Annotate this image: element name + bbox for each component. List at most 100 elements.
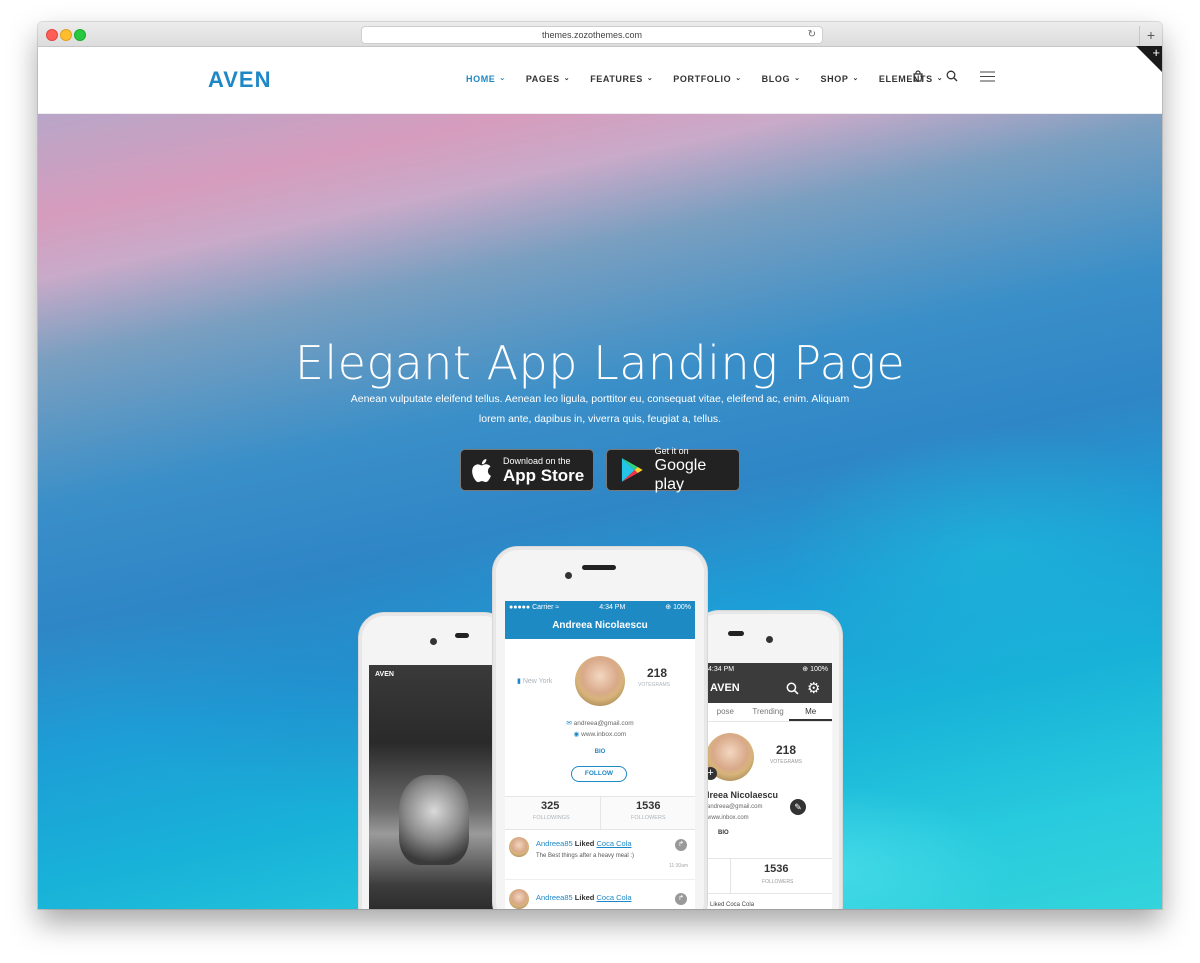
phone-speaker bbox=[455, 633, 469, 638]
apple-icon bbox=[472, 459, 491, 483]
google-play-button[interactable]: Get it on Google play bbox=[606, 446, 740, 493]
address-bar[interactable]: themes.zozothemes.com ↻ bbox=[361, 26, 823, 44]
feed-avatar bbox=[509, 837, 529, 857]
profile-web: www.inbox.com bbox=[581, 731, 627, 738]
profile-web: www.inbox.com bbox=[707, 815, 749, 821]
feed-brand[interactable]: Coca Cola bbox=[596, 893, 631, 902]
feed-brand[interactable]: Coca Cola bbox=[596, 839, 631, 848]
app-store-small-text: Download on the bbox=[503, 455, 571, 466]
status-carrier: ●●●●● Carrier ≈ bbox=[509, 603, 560, 611]
follow-button[interactable]: FOLLOW bbox=[571, 766, 627, 782]
followings-count: 325 bbox=[541, 800, 560, 812]
profile-name: dreea Nicolaescu bbox=[704, 790, 779, 800]
status-bar: 4:34 PM ⊕ 100% bbox=[704, 663, 832, 675]
phone-camera bbox=[565, 572, 572, 579]
minimize-window-button[interactable] bbox=[60, 29, 72, 41]
stats-divider bbox=[730, 859, 731, 893]
nav-label: HOME bbox=[466, 74, 496, 84]
feed-partial: Liked Coca Cola bbox=[710, 902, 755, 908]
tab-me[interactable]: Me bbox=[789, 703, 832, 721]
plus-icon[interactable]: + bbox=[1152, 46, 1160, 60]
phone-camera bbox=[766, 636, 773, 643]
feed-line: Andreea85 Liked Coca Cola bbox=[536, 839, 632, 848]
phone-right-screen: 4:34 PM ⊕ 100% AVEN ⚙ pose Trending Me +… bbox=[704, 663, 832, 909]
tab-compose[interactable]: pose bbox=[704, 703, 747, 721]
phone-mockup-center: ●●●●● Carrier ≈ 4:34 PM ⊕ 100% Andreea N… bbox=[492, 546, 708, 909]
share-icon[interactable]: ↱ bbox=[675, 839, 687, 851]
feed-item[interactable]: Andreea85 Liked Coca Cola The Best thing… bbox=[505, 831, 695, 880]
google-play-icon bbox=[621, 458, 643, 482]
phone-camera bbox=[430, 638, 437, 645]
phone-center-screen: ●●●●● Carrier ≈ 4:34 PM ⊕ 100% Andreea N… bbox=[505, 601, 695, 909]
cart-icon[interactable] bbox=[911, 69, 925, 83]
chevron-down-icon: ⌄ bbox=[735, 75, 742, 82]
feed-user[interactable]: Andreea85 bbox=[536, 839, 573, 848]
reload-icon[interactable]: ↻ bbox=[808, 27, 816, 43]
nav-item-features[interactable]: FEATURES ⌄ bbox=[590, 74, 653, 84]
chevron-down-icon: ⌄ bbox=[852, 75, 859, 82]
portrait-image bbox=[399, 775, 469, 865]
phone-speaker bbox=[728, 631, 744, 636]
hero-description: Aenean vulputate eleifend tellus. Aenean… bbox=[350, 393, 850, 425]
nav-item-home[interactable]: HOME ⌄ bbox=[466, 74, 506, 84]
menu-icon[interactable] bbox=[979, 69, 995, 83]
app-bar: AVEN ⚙ bbox=[704, 675, 832, 703]
search-icon[interactable] bbox=[786, 682, 799, 695]
stats-row: 325 FOLLOWINGS 1536 FOLLOWERS bbox=[505, 796, 695, 830]
nav-label: BLOG bbox=[761, 74, 791, 84]
votegrams-label: VOTEGRAMS bbox=[770, 759, 802, 765]
location-text: New York bbox=[522, 678, 553, 685]
address-url: themes.zozothemes.com bbox=[541, 30, 643, 40]
share-icon[interactable]: ↱ bbox=[675, 893, 687, 905]
status-time: 4:34 PM bbox=[599, 603, 626, 611]
browser-toolbar: themes.zozothemes.com ↻ + bbox=[38, 22, 1162, 47]
bio-link[interactable]: BIO bbox=[505, 749, 695, 755]
nav-label: FEATURES bbox=[590, 74, 643, 84]
phone-speaker bbox=[582, 565, 616, 570]
tab-bar: pose Trending Me bbox=[704, 703, 832, 722]
chevron-down-icon: ⌄ bbox=[646, 75, 654, 82]
bio-link[interactable]: BIO bbox=[718, 830, 729, 836]
site-logo[interactable]: AVEN bbox=[208, 67, 272, 93]
nav-item-portfolio[interactable]: PORTFOLIO ⌄ bbox=[673, 74, 741, 84]
app-logo: AVEN bbox=[710, 682, 740, 694]
feed-item[interactable]: Andreea85 Liked Coca Cola ↱ bbox=[505, 883, 695, 909]
close-window-button[interactable] bbox=[46, 29, 58, 41]
tab-trending[interactable]: Trending bbox=[747, 703, 790, 721]
chevron-down-icon: ⌄ bbox=[794, 75, 801, 82]
nav-item-pages[interactable]: PAGES ⌄ bbox=[526, 74, 570, 84]
phone-left-logo: AVEN bbox=[375, 671, 394, 678]
stats-row: 1536 FOLLOWERS bbox=[704, 858, 832, 894]
google-play-small-text: Get it on bbox=[654, 446, 689, 456]
mail-icon: ✉ bbox=[566, 720, 572, 727]
edit-icon[interactable]: ✎ bbox=[790, 799, 806, 815]
status-battery: ⊕ 100% bbox=[665, 604, 691, 611]
new-tab-button[interactable]: + bbox=[1139, 26, 1162, 46]
browser-window: themes.zozothemes.com ↻ + + AVEN HOME ⌄ P… bbox=[38, 22, 1162, 909]
profile-email: andreea@gmail.com bbox=[573, 720, 634, 727]
location-icon: ▮ bbox=[517, 678, 521, 685]
votegrams-count: 218 bbox=[776, 743, 797, 757]
followers-count: 1536 bbox=[636, 800, 661, 812]
nav-label: PORTFOLIO bbox=[673, 74, 732, 84]
phone-left-screen: AVEN bbox=[369, 665, 499, 909]
nav-item-shop[interactable]: SHOP ⌄ bbox=[821, 74, 859, 84]
email-row: ✉ andreea@gmail.com bbox=[505, 719, 695, 727]
app-store-button[interactable]: Download on the App Store bbox=[460, 449, 594, 491]
status-battery: ⊕ 100% bbox=[802, 666, 828, 673]
zoom-window-button[interactable] bbox=[74, 29, 86, 41]
followers-label: FOLLOWERS bbox=[762, 879, 794, 885]
feed-user[interactable]: Andreea85 bbox=[536, 893, 573, 902]
app-store-big-text: App Store bbox=[503, 465, 585, 485]
gear-icon[interactable]: ⚙ bbox=[807, 679, 820, 697]
status-bar: ●●●●● Carrier ≈ 4:34 PM ⊕ 100% bbox=[505, 601, 695, 613]
feed-action: Liked bbox=[574, 893, 595, 902]
stats-divider bbox=[600, 797, 601, 829]
nav-label: PAGES bbox=[525, 74, 560, 84]
web-row: ◉ www.inbox.com bbox=[505, 730, 695, 738]
feed-avatar bbox=[509, 889, 529, 909]
google-play-big-text: Google play bbox=[654, 457, 707, 493]
search-icon[interactable] bbox=[945, 69, 959, 83]
nav-item-blog[interactable]: BLOG ⌄ bbox=[762, 74, 801, 84]
phone-mockup-right: 4:34 PM ⊕ 100% AVEN ⚙ pose Trending Me +… bbox=[693, 610, 843, 909]
